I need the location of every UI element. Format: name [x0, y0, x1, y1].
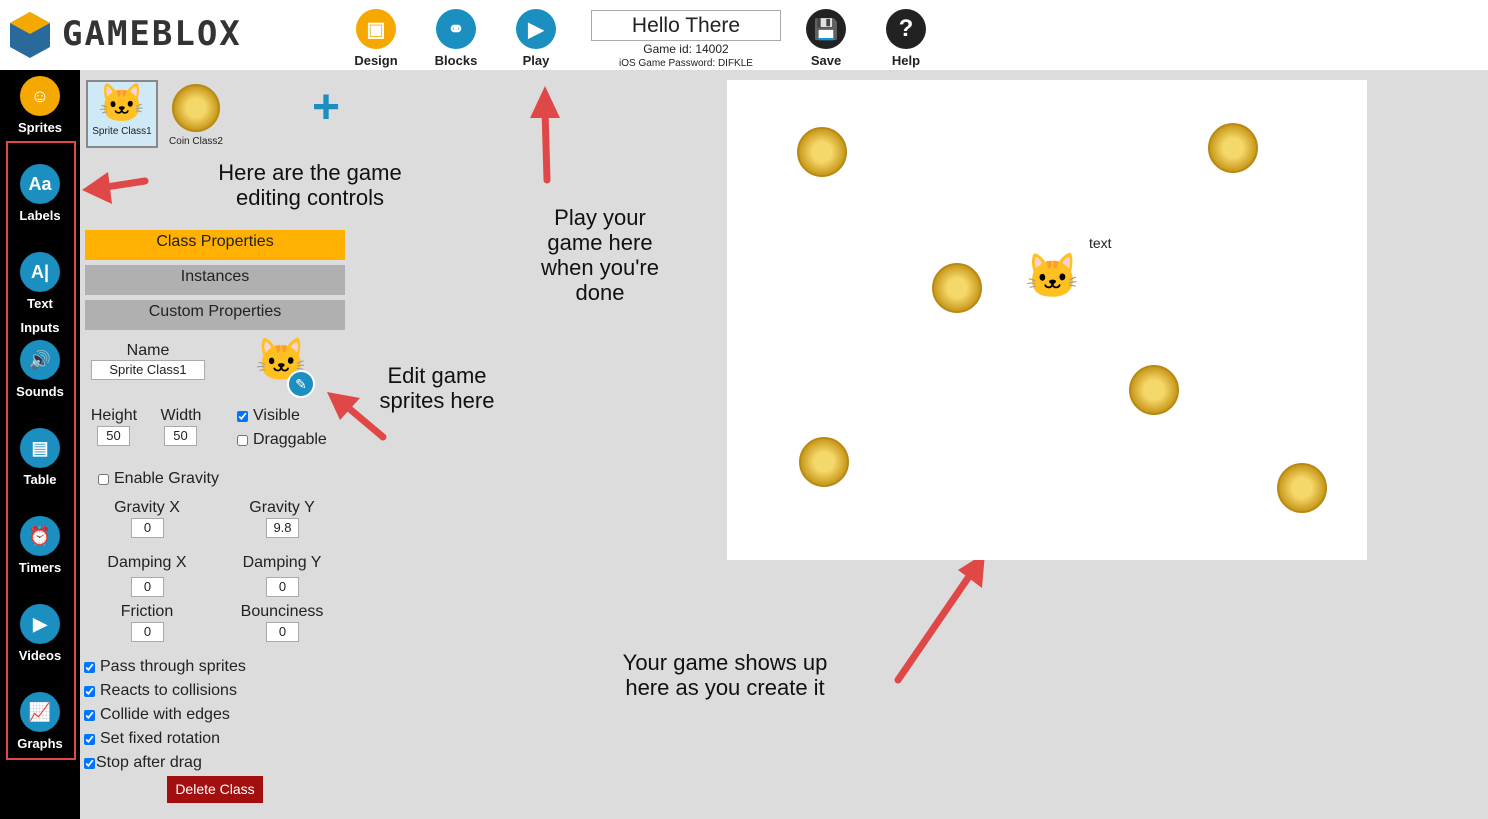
reacts-collisions-checkbox[interactable]: Reacts to collisions: [84, 682, 237, 700]
save-button[interactable]: 💾 Save: [796, 9, 856, 68]
visible-checkbox[interactable]: Visible: [237, 407, 300, 425]
class-coin-class2[interactable]: Coin Class2: [164, 84, 228, 147]
sidebar-item-sprites[interactable]: ☺ Sprites: [0, 76, 80, 140]
image-icon: ▣: [356, 9, 396, 49]
bounciness-input[interactable]: 0: [266, 622, 299, 642]
gravity-y-label: Gravity Y: [249, 499, 315, 516]
name-label: Name: [126, 342, 170, 359]
class-sprite-class1[interactable]: 🐱 Sprite Class1: [86, 80, 158, 148]
coin-sprite[interactable]: [1208, 123, 1258, 173]
tab-instances[interactable]: Instances: [85, 265, 345, 295]
pass-through-checkbox[interactable]: Pass through sprites: [84, 658, 246, 676]
blocks-button[interactable]: ⚭ Blocks: [426, 9, 486, 68]
design-button[interactable]: ▣ Design: [346, 9, 406, 68]
tab-custom-properties[interactable]: Custom Properties: [85, 300, 345, 330]
eraser-icon: ✎: [287, 370, 315, 398]
help-button[interactable]: ? Help: [876, 9, 936, 68]
fixed-rotation-checkbox[interactable]: Set fixed rotation: [84, 730, 220, 748]
add-class-button[interactable]: +: [312, 84, 340, 132]
gravity-x-label: Gravity X: [114, 499, 180, 516]
collide-edges-checkbox[interactable]: Collide with edges: [84, 706, 230, 724]
brand-logo: GAMEBLOX: [62, 14, 242, 54]
blocks-icon: ⚭: [436, 9, 476, 49]
annotation-highlight-box: [6, 141, 76, 760]
height-input[interactable]: 50: [97, 426, 130, 446]
damping-y-input[interactable]: 0: [266, 577, 299, 597]
coin-sprite[interactable]: [1277, 463, 1327, 513]
coin-sprite[interactable]: [799, 437, 849, 487]
gravity-y-input[interactable]: 9.8: [266, 518, 299, 538]
sprite-icon: ☺: [20, 76, 60, 116]
annotation-sprites: Edit game sprites here: [379, 363, 495, 413]
coin-sprite[interactable]: [932, 263, 982, 313]
name-input[interactable]: Sprite Class1: [91, 360, 205, 380]
top-bar: GAMEBLOX ▣ Design ⚭ Blocks ▶ Play Hello The…: [0, 0, 1488, 70]
friction-label: Friction: [120, 603, 174, 620]
play-icon: ▶: [516, 9, 556, 49]
save-icon: 💾: [806, 9, 846, 49]
coin-icon: [172, 84, 220, 132]
help-icon: ?: [886, 9, 926, 49]
play-button[interactable]: ▶ Play: [506, 9, 566, 68]
game-id: Game id: 14002: [643, 42, 729, 56]
gameblox-logo-icon: [10, 12, 50, 58]
bounciness-label: Bounciness: [240, 603, 324, 620]
sprite-image-edit-button[interactable]: 🐱 ✎: [255, 336, 315, 398]
annotation-play: Play your game here when you're done: [541, 205, 659, 305]
delete-class-button[interactable]: Delete Class: [167, 776, 263, 803]
gravity-x-input[interactable]: 0: [131, 518, 164, 538]
draggable-checkbox[interactable]: Draggable: [237, 431, 327, 449]
friction-input[interactable]: 0: [131, 622, 164, 642]
enable-gravity-checkbox[interactable]: Enable Gravity: [98, 470, 219, 488]
annotation-controls: Here are the game editing controls: [218, 160, 402, 210]
game-title-input[interactable]: Hello There: [591, 10, 781, 41]
width-label: Width: [160, 407, 202, 424]
annotation-game: Your game shows up here as you create it: [622, 650, 828, 700]
ios-password: iOS Game Password: DIFKLE: [619, 58, 753, 69]
cat-sprite-icon: 🐱: [98, 83, 146, 125]
tab-class-properties[interactable]: Class Properties: [85, 230, 345, 260]
canvas-text-label[interactable]: text: [1089, 235, 1112, 251]
damping-y-label: Damping Y: [242, 554, 322, 571]
damping-x-label: Damping X: [107, 554, 187, 571]
cat-sprite[interactable]: 🐱: [1025, 252, 1080, 302]
damping-x-input[interactable]: 0: [131, 577, 164, 597]
width-input[interactable]: 50: [164, 426, 197, 446]
game-canvas[interactable]: 🐱 text: [727, 80, 1367, 560]
coin-sprite[interactable]: [1129, 365, 1179, 415]
stop-after-drag-checkbox[interactable]: Stop after drag: [84, 754, 202, 772]
height-label: Height: [90, 407, 138, 424]
coin-sprite[interactable]: [797, 127, 847, 177]
